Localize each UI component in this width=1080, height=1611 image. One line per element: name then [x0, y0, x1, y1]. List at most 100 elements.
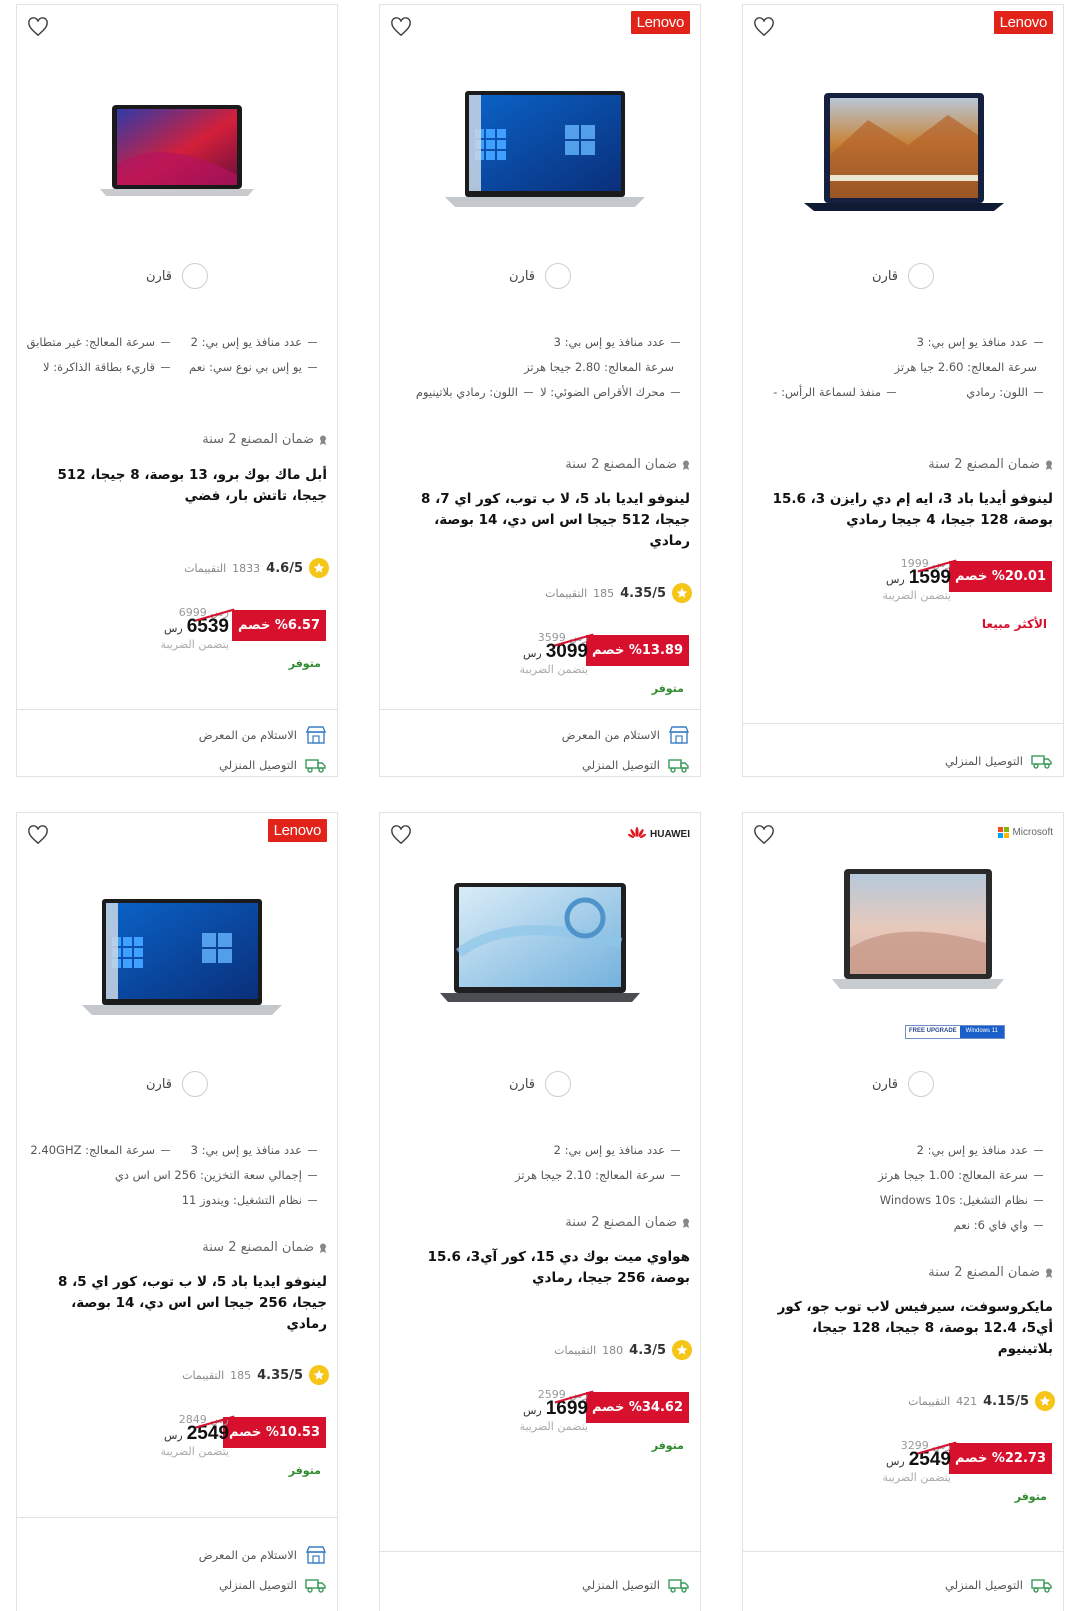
store-icon	[305, 1546, 327, 1564]
spec-item: سرعة المعالج: 2.40GHZ	[23, 1143, 170, 1157]
wishlist-heart-icon[interactable]	[27, 17, 49, 37]
compare-toggle[interactable]: قارن	[743, 1071, 1063, 1097]
spec-item: عدد منافذ يو إس بي: 2	[170, 335, 317, 349]
product-image[interactable]	[17, 65, 337, 255]
microsoft-logo-icon	[998, 827, 1010, 838]
warranty-icon	[1046, 1268, 1052, 1278]
product-image[interactable]	[743, 65, 1063, 255]
wishlist-heart-icon[interactable]	[753, 17, 775, 37]
price-block: رس 3299 2549رس يتضمن الضريبة	[883, 1439, 957, 1484]
availability-label: متوفر	[1014, 1490, 1047, 1503]
star-icon	[672, 583, 692, 603]
home-delivery-option: التوصيل المنزلي	[219, 1577, 327, 1593]
home-delivery-text: التوصيل المنزلي	[219, 758, 297, 772]
compare-label: قارن	[872, 1076, 898, 1092]
spec-item: اللون: رمادي	[896, 385, 1043, 399]
delivery-truck-icon	[305, 1579, 326, 1593]
spec-item: قاريء بطاقة الذاكرة: لا	[23, 360, 170, 374]
old-price: رس 6999	[139, 606, 235, 621]
rating-score: 4.6/5	[266, 560, 303, 576]
spec-item: نظام التشغيل: Windows 10s	[749, 1193, 1043, 1207]
compare-toggle[interactable]: قارن	[17, 1071, 337, 1097]
warranty: ضمان المصنع 2 سنة	[928, 457, 1053, 472]
spec-item: سرعة المعالج: 1.00 جيجا هرتز	[749, 1168, 1043, 1182]
product-card[interactable]: قارن عدد منافذ يو إس بي: 2 سرعة المعالج:…	[16, 4, 338, 777]
current-price: 1699	[545, 1398, 588, 1419]
rating: 4.35/5 185 التقييمات	[182, 1365, 329, 1385]
wishlist-heart-icon[interactable]	[27, 825, 49, 845]
product-name[interactable]: لينوفو ايديا باد 5، لا ب توب، كور اي 5، …	[27, 1272, 327, 1335]
product-name[interactable]: لينوفو أيديا باد 3، ايه إم دي رايزن 3، 1…	[753, 489, 1053, 531]
product-name[interactable]: هواوي ميت بوك دي 15، كور آي3، 15.6 بوصة،…	[390, 1247, 690, 1289]
compare-checkbox[interactable]	[545, 1071, 571, 1097]
tax-note: يتضمن الضريبة	[519, 1420, 588, 1433]
home-delivery-option: التوصيل المنزلي	[219, 757, 327, 773]
compare-toggle[interactable]: قارن	[380, 1071, 700, 1097]
product-image[interactable]	[743, 853, 1063, 1043]
compare-checkbox[interactable]	[545, 263, 571, 289]
compare-checkbox[interactable]	[182, 263, 208, 289]
price-block: رس 1999 1599رس يتضمن الضريبة	[882, 557, 957, 602]
product-card[interactable]: Lenovo قارن عدد منافذ يو إس بي: 3 سرعة ا…	[16, 812, 338, 1611]
price-block: رس 6999 6539رس يتضمن الضريبة	[161, 606, 235, 651]
spec-item: عدد منافذ يو إس بي: 3	[896, 335, 1043, 349]
old-price: رس 2849	[139, 1413, 235, 1428]
warranty-text: ضمان المصنع 2 سنة	[202, 432, 314, 447]
warranty-icon	[1046, 460, 1052, 470]
warranty: ضمان المصنع 2 سنة	[202, 1240, 327, 1255]
warranty: ضمان المصنع 2 سنة	[202, 432, 327, 447]
brand-logo: Lenovo	[630, 11, 690, 34]
current-price: 6539	[186, 616, 229, 637]
availability-label: متوفر	[651, 1439, 684, 1452]
tax-note: يتضمن الضريبة	[160, 1445, 229, 1458]
product-name[interactable]: أبل ماك بوك برو، 13 بوصة، 8 جيجا، 512 جي…	[27, 465, 327, 507]
product-image[interactable]	[17, 873, 337, 1063]
home-delivery-text: التوصيل المنزلي	[219, 1578, 297, 1592]
product-image[interactable]	[380, 65, 700, 255]
compare-checkbox[interactable]	[908, 263, 934, 289]
old-price: رس 3599	[498, 631, 594, 646]
spec-item: سرعة المعالج: 2.60 جيا هرتز	[895, 360, 1043, 374]
delivery-truck-icon	[1031, 755, 1052, 769]
warranty-icon	[320, 435, 326, 445]
spec-item: يو إس بي نوع سي: نعم	[170, 360, 317, 374]
compare-toggle[interactable]: قارن	[17, 263, 337, 289]
delivery-truck-icon	[668, 1579, 689, 1593]
spec-list: عدد منافذ يو إس بي: 2 سرعة المعالج: 2.10…	[386, 1143, 680, 1182]
tax-note: يتضمن الضريبة	[882, 589, 951, 602]
product-card[interactable]: HUAWEI قارن عدد منافذ يو إس بي: 2 سرعة ا…	[379, 812, 701, 1611]
rating-count: 1833	[232, 561, 261, 575]
ratings-label: التقييمات	[545, 586, 588, 600]
product-card[interactable]: Lenovo قارن عدد منافذ يو إس بي: 3 سرعة ا…	[742, 4, 1064, 777]
product-card[interactable]: Lenovo قارن عدد منافذ يو إس بي: 3 سرعة ا…	[379, 4, 701, 777]
brand-logo: Lenovo	[993, 11, 1053, 34]
store-pickup-option: الاستلام من المعرض	[199, 725, 327, 745]
ratings-label: التقييمات	[184, 561, 227, 575]
product-image[interactable]	[380, 873, 700, 1063]
spec-list: عدد منافذ يو إس بي: 3 سرعة المعالج: 2.60…	[749, 335, 1043, 399]
spec-item: إجمالي سعة التخزين: 256 اس اس دي	[23, 1168, 317, 1182]
rating-score: 4.3/5	[629, 1342, 666, 1358]
product-name[interactable]: مايكروسوفت، سيرفيس لاب توب جو، كور أي5، …	[753, 1297, 1053, 1360]
warranty-icon	[683, 460, 689, 470]
star-icon	[309, 558, 329, 578]
warranty: ضمان المصنع 2 سنة	[565, 1215, 690, 1230]
old-price: رس 2599	[498, 1388, 594, 1403]
wishlist-heart-icon[interactable]	[390, 17, 412, 37]
compare-toggle[interactable]: قارن	[380, 263, 700, 289]
delivery-truck-icon	[668, 759, 689, 773]
compare-toggle[interactable]: قارن	[743, 263, 1063, 289]
product-name[interactable]: لينوفو ايديا باد 5، لا ب توب، كور اي 7، …	[390, 489, 690, 552]
wishlist-heart-icon[interactable]	[390, 825, 412, 845]
product-card[interactable]: Microsoft FREE UPGRADE Windows 11 قارن ع…	[742, 812, 1064, 1611]
compare-checkbox[interactable]	[908, 1071, 934, 1097]
current-price: 2549	[908, 1449, 951, 1470]
availability-label: متوفر	[651, 682, 684, 695]
spec-item: سرعة المعالج: 2.10 جيجا هرتز	[386, 1168, 680, 1182]
star-icon	[1035, 1391, 1055, 1411]
warranty-text: ضمان المصنع 2 سنة	[565, 1215, 677, 1230]
star-icon	[309, 1365, 329, 1385]
delivery-truck-icon	[305, 759, 326, 773]
compare-checkbox[interactable]	[182, 1071, 208, 1097]
wishlist-heart-icon[interactable]	[753, 825, 775, 845]
